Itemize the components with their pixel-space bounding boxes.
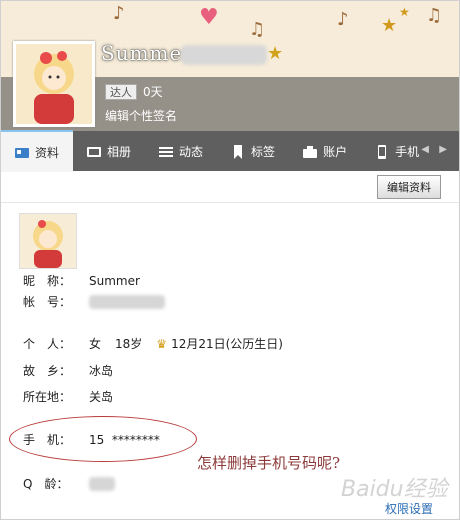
personal-label: 个 人：	[23, 337, 72, 351]
personal-row: 个 人： 女 18岁 ♛ 12月21日(公历生日)	[23, 335, 283, 352]
avatar[interactable]	[13, 41, 95, 127]
location-row: 所在地： 关岛	[23, 388, 113, 405]
scroll-left-icon[interactable]: ◀	[421, 144, 429, 155]
phone-row: 手 机： 15 ********	[23, 431, 160, 448]
permission-settings-link[interactable]: 权限设置	[385, 500, 433, 517]
vip-star-icon: ★	[267, 43, 284, 64]
star-icon: ★	[381, 15, 398, 36]
tab-label: 资料	[35, 145, 60, 160]
redacted-account	[89, 294, 165, 309]
age-value: 18岁	[115, 337, 143, 351]
tab-label: 动态	[179, 144, 204, 159]
phone-label: 手 机：	[23, 433, 72, 447]
profile-banner: ♪ ♫ ♥ ♪ ♫ ★ ★ Summer ★ 达人 0天 编辑个性签名	[1, 1, 459, 131]
redacted-qage	[89, 476, 115, 491]
gender-value: 女	[89, 337, 102, 351]
rank-badge: 达人	[105, 83, 137, 100]
tab-profile[interactable]: 资料	[1, 130, 74, 172]
tab-activity[interactable]: 动态	[145, 131, 217, 171]
music-note-icon: ♪	[337, 9, 349, 30]
profile-window: ♪ ♫ ♥ ♪ ♫ ★ ★ Summer ★ 达人 0天 编辑个性签名 资料 相…	[0, 0, 460, 520]
tab-account[interactable]: 账户	[289, 131, 361, 171]
album-icon	[87, 145, 102, 157]
avatar-thumbnail	[19, 213, 77, 269]
tab-label: 标签	[251, 144, 276, 159]
qage-row: Q 龄：	[23, 475, 115, 492]
phone-value: 15 ********	[89, 432, 160, 447]
birthday-value: 12月21日(公历生日)	[171, 337, 283, 351]
location-label: 所在地：	[23, 390, 72, 404]
music-note-icon: ♪	[113, 3, 125, 24]
heart-icon: ♥	[199, 5, 219, 30]
tab-label: 手机	[395, 144, 420, 159]
account-label: 帐 号：	[23, 295, 72, 309]
divider	[1, 202, 459, 203]
nickname-row: 昵 称： Summer	[23, 272, 140, 289]
tab-label: 账户	[323, 144, 348, 159]
phone-icon	[375, 145, 389, 159]
location-value: 关岛	[89, 390, 114, 404]
hometown-label: 故 乡：	[23, 364, 72, 378]
hometown-value: 冰岛	[89, 364, 114, 378]
redacted-region	[181, 45, 267, 65]
bookmark-icon	[231, 145, 245, 159]
scroll-right-icon[interactable]: ▶	[439, 144, 447, 155]
tab-label: 相册	[107, 144, 132, 159]
music-note-icon: ♫	[249, 19, 266, 40]
account-row: 帐 号：	[23, 293, 165, 310]
tab-tags[interactable]: 标签	[217, 131, 289, 171]
list-icon	[159, 145, 174, 157]
music-note-icon: ♫	[426, 5, 443, 26]
profile-tabs: 资料 相册 动态 标签 账户 手机	[1, 130, 459, 172]
tab-album[interactable]: 相册	[73, 131, 145, 171]
profile-card-icon	[15, 146, 29, 158]
star-icon: ★	[399, 5, 410, 19]
crown-icon: ♛	[156, 336, 168, 351]
rank-row: 达人 0天	[105, 83, 163, 100]
annotation-question: 怎样删掉手机号码呢?	[197, 454, 341, 472]
profile-name: Summer	[101, 41, 193, 65]
rank-days: 0天	[143, 85, 163, 99]
briefcase-icon	[303, 145, 318, 158]
edit-signature-link[interactable]: 编辑个性签名	[105, 107, 177, 124]
hometown-row: 故 乡： 冰岛	[23, 362, 113, 379]
nickname-label: 昵 称：	[23, 274, 72, 288]
watermark: Baidu经验	[341, 477, 448, 502]
qage-label: Q 龄：	[23, 477, 69, 491]
nickname-value: Summer	[89, 273, 140, 288]
edit-profile-button[interactable]: 编辑资料	[377, 175, 441, 199]
